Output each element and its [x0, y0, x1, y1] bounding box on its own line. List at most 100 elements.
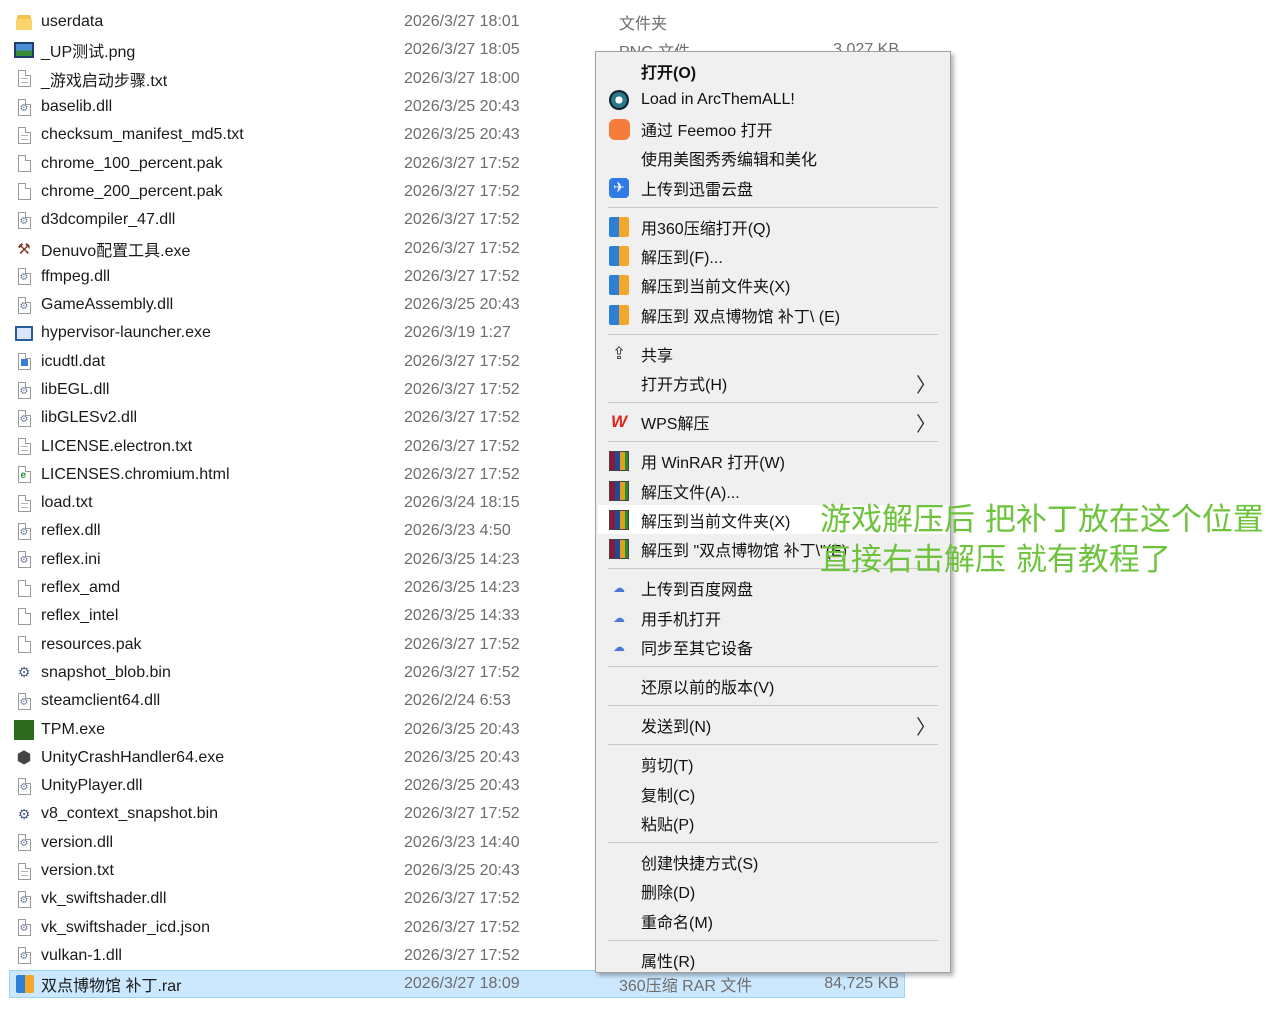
- file-name: reflex_amd: [41, 579, 121, 597]
- text-file-icon: [14, 437, 34, 457]
- menu-item-label: 用360压缩打开(Q): [641, 220, 771, 238]
- menu-item-label: 使用美图秀秀编辑和美化: [641, 152, 818, 170]
- menu-separator: [608, 744, 938, 746]
- menu-separator: [608, 666, 938, 668]
- file-date: 2026/3/27 17:52: [404, 352, 520, 370]
- file-size: 84,725 KB: [824, 975, 899, 993]
- menu-item[interactable]: ⇪ 共享: [598, 339, 948, 368]
- menu-item-label: 解压到当前文件夹(X): [641, 279, 791, 297]
- menu-item[interactable]: 还原以前的版本(V): [598, 672, 948, 701]
- file-date: 2026/3/27 17:52: [404, 239, 520, 257]
- menu-separator: [608, 402, 938, 404]
- file-name: steamclient64.dll: [41, 692, 161, 710]
- dll-file-icon: [14, 776, 34, 796]
- denuvo-exe-icon: ⚒: [17, 240, 31, 258]
- file-name: chrome_200_percent.pak: [41, 182, 223, 200]
- winrar-icon: [608, 480, 630, 502]
- menu-item-label: 上传到迅雷云盘: [641, 181, 754, 199]
- text-file-icon: [14, 493, 34, 513]
- file-date: 2026/3/25 14:33: [404, 607, 520, 625]
- file-name: vulkan-1.dll: [41, 946, 122, 964]
- file-name: vk_swiftshader.dll: [41, 890, 167, 908]
- menu-item[interactable]: 创建快捷方式(S): [598, 847, 948, 876]
- menu-item[interactable]: 复制(C): [598, 779, 948, 808]
- file-date: 2026/3/25 20:43: [404, 126, 520, 144]
- menu-item[interactable]: 粘贴(P): [598, 808, 948, 837]
- dll-file-icon: [14, 946, 34, 966]
- dll-file-icon: [14, 97, 34, 117]
- menu-item-label: 解压文件(A)...: [641, 484, 740, 502]
- file-date: 2026/3/25 20:43: [404, 720, 520, 738]
- menu-item-label: WPS解压: [641, 416, 710, 434]
- file-name: libEGL.dll: [41, 381, 110, 398]
- menu-item[interactable]: 解压到 双点博物馆 补丁\ (E): [598, 300, 948, 329]
- file-row[interactable]: userdata 2026/3/27 18:01 文件夹: [0, 8, 910, 36]
- menu-item-label: 复制(C): [641, 787, 696, 805]
- file-date: 2026/3/27 17:52: [404, 182, 520, 200]
- file-date: 2026/3/27 17:52: [404, 805, 520, 823]
- menu-item[interactable]: 通过 Feemoo 打开: [598, 115, 948, 144]
- menu-item[interactable]: 剪切(T): [598, 750, 948, 779]
- menu-item[interactable]: 解压到(F)...: [598, 242, 948, 271]
- baidu-netdisk-icon: ☁: [613, 610, 625, 625]
- menu-item[interactable]: 用 WinRAR 打开(W): [598, 447, 948, 476]
- file-date: 2026/2/24 6:53: [404, 692, 511, 710]
- dll-file-icon: [14, 833, 34, 853]
- menu-item[interactable]: W WPS解压 〉: [598, 408, 948, 437]
- dll-file-icon: [14, 521, 34, 541]
- file-name: _游戏启动步骤.txt: [41, 72, 168, 90]
- file-date: 2026/3/27 17:52: [404, 437, 520, 455]
- file-name: ffmpeg.dll: [41, 267, 111, 285]
- menu-item[interactable]: ✈ 上传到迅雷云盘: [598, 173, 948, 202]
- menu-item[interactable]: ☁ 同步至其它设备: [598, 632, 948, 661]
- menu-item-label: 删除(D): [641, 885, 696, 903]
- folder-icon: [14, 12, 34, 32]
- html-file-icon: [14, 465, 34, 485]
- file-name: _UP测试.png: [41, 44, 136, 62]
- file-date: 2026/3/25 20:43: [404, 777, 520, 795]
- menu-item-label: 粘贴(P): [641, 816, 695, 834]
- dat-file-icon: [14, 352, 34, 372]
- menu-item[interactable]: 删除(D): [598, 877, 948, 906]
- dll-file-icon: [14, 691, 34, 711]
- menu-item-label: 解压到当前文件夹(X): [641, 513, 791, 531]
- menu-item-label: 用手机打开: [641, 611, 722, 629]
- menu-item[interactable]: Load in ArcThemALL!: [598, 85, 948, 114]
- file-name: resources.pak: [41, 635, 142, 653]
- menu-item[interactable]: 重命名(M): [598, 906, 948, 935]
- share-icon: ⇪: [611, 343, 627, 363]
- menu-separator: [608, 705, 938, 707]
- menu-item-label: 打开方式(H): [641, 377, 728, 395]
- menu-item-label: 打开(O): [641, 64, 697, 82]
- menu-item[interactable]: 使用美图秀秀编辑和美化: [598, 144, 948, 173]
- file-date: 2026/3/27 18:05: [404, 41, 520, 59]
- menu-item-label: 还原以前的版本(V): [641, 680, 775, 697]
- menu-item-label: 共享: [641, 347, 674, 365]
- menu-item[interactable]: 发送到(N) 〉: [598, 711, 948, 740]
- chevron-right-icon: 〉: [916, 372, 936, 397]
- menu-item[interactable]: 用360压缩打开(Q): [598, 212, 948, 241]
- unity-icon: ⬢: [16, 747, 32, 767]
- 360zip-icon: [608, 304, 630, 326]
- file-row[interactable]: 双点博物馆 补丁.rar 2026/3/27 18:09 360压缩 RAR 文件 8…: [9, 970, 905, 999]
- baidu-netdisk-icon: ☁: [613, 639, 625, 654]
- menu-item[interactable]: ☁ 用手机打开: [598, 603, 948, 632]
- dll-file-icon: [14, 408, 34, 428]
- menu-item[interactable]: 解压到当前文件夹(X): [598, 271, 948, 300]
- file-name: icudtl.dat: [41, 352, 106, 370]
- dll-file-icon: [14, 380, 34, 400]
- file-date: 2026/3/25 14:23: [404, 550, 520, 568]
- text-file-icon: [14, 69, 34, 89]
- menu-item[interactable]: 打开(O): [598, 56, 948, 85]
- file-date: 2026/3/25 20:43: [404, 862, 520, 880]
- file-date: 2026/3/27 18:01: [404, 13, 520, 31]
- menu-item[interactable]: 属性(R): [598, 945, 948, 974]
- annotation-line-2: 直接右击解压 就有教程了: [820, 542, 1171, 578]
- winrar-icon: [608, 538, 630, 560]
- menu-item-label: 发送到(N): [641, 719, 712, 737]
- file-name: UnityPlayer.dll: [41, 777, 143, 795]
- dll-file-icon: [14, 210, 34, 230]
- menu-item[interactable]: 打开方式(H) 〉: [598, 369, 948, 398]
- menu-item-label: Load in ArcThemALL!: [641, 90, 795, 108]
- file-date: 2026/3/27 17:52: [404, 154, 520, 172]
